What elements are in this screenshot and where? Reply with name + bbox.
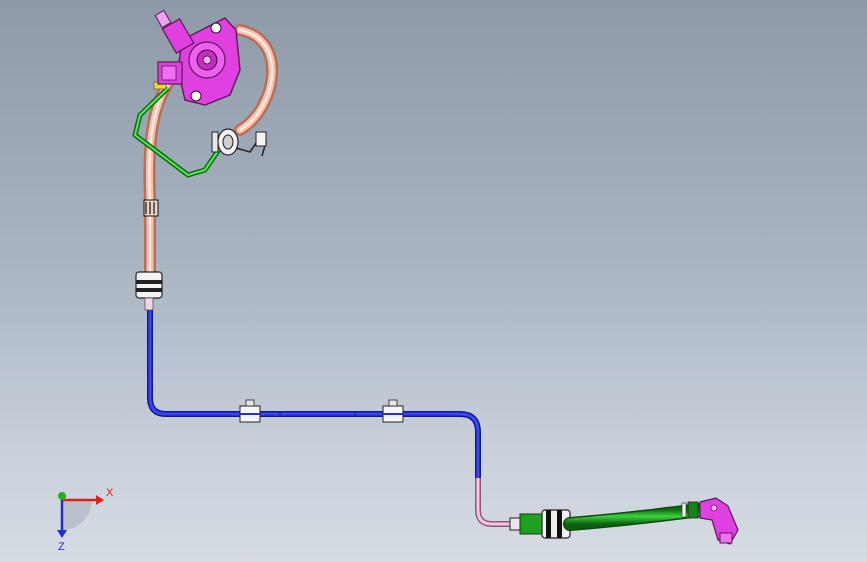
pink-pipe-section[interactable] bbox=[475, 478, 512, 527]
cad-viewport[interactable]: X Z bbox=[0, 0, 867, 562]
pipe-assembly-model[interactable] bbox=[0, 0, 867, 562]
pipe-clip-left[interactable] bbox=[239, 399, 261, 423]
blue-pipe[interactable] bbox=[147, 310, 481, 478]
nozzle-icon[interactable] bbox=[699, 497, 739, 545]
z-axis-label: Z bbox=[58, 541, 65, 552]
green-hose[interactable] bbox=[563, 501, 707, 531]
pipe-collar-upper bbox=[143, 199, 159, 217]
pipe-clip-right[interactable] bbox=[382, 399, 404, 423]
connector-icon[interactable] bbox=[509, 509, 571, 539]
orientation-triad: X Z bbox=[57, 487, 114, 552]
triad-plane bbox=[62, 500, 92, 530]
z-axis-head bbox=[57, 530, 67, 538]
transition-fitting[interactable] bbox=[135, 271, 163, 311]
y-axis-dot bbox=[58, 492, 66, 500]
x-axis-head bbox=[96, 495, 104, 505]
x-axis-label: X bbox=[106, 487, 114, 499]
